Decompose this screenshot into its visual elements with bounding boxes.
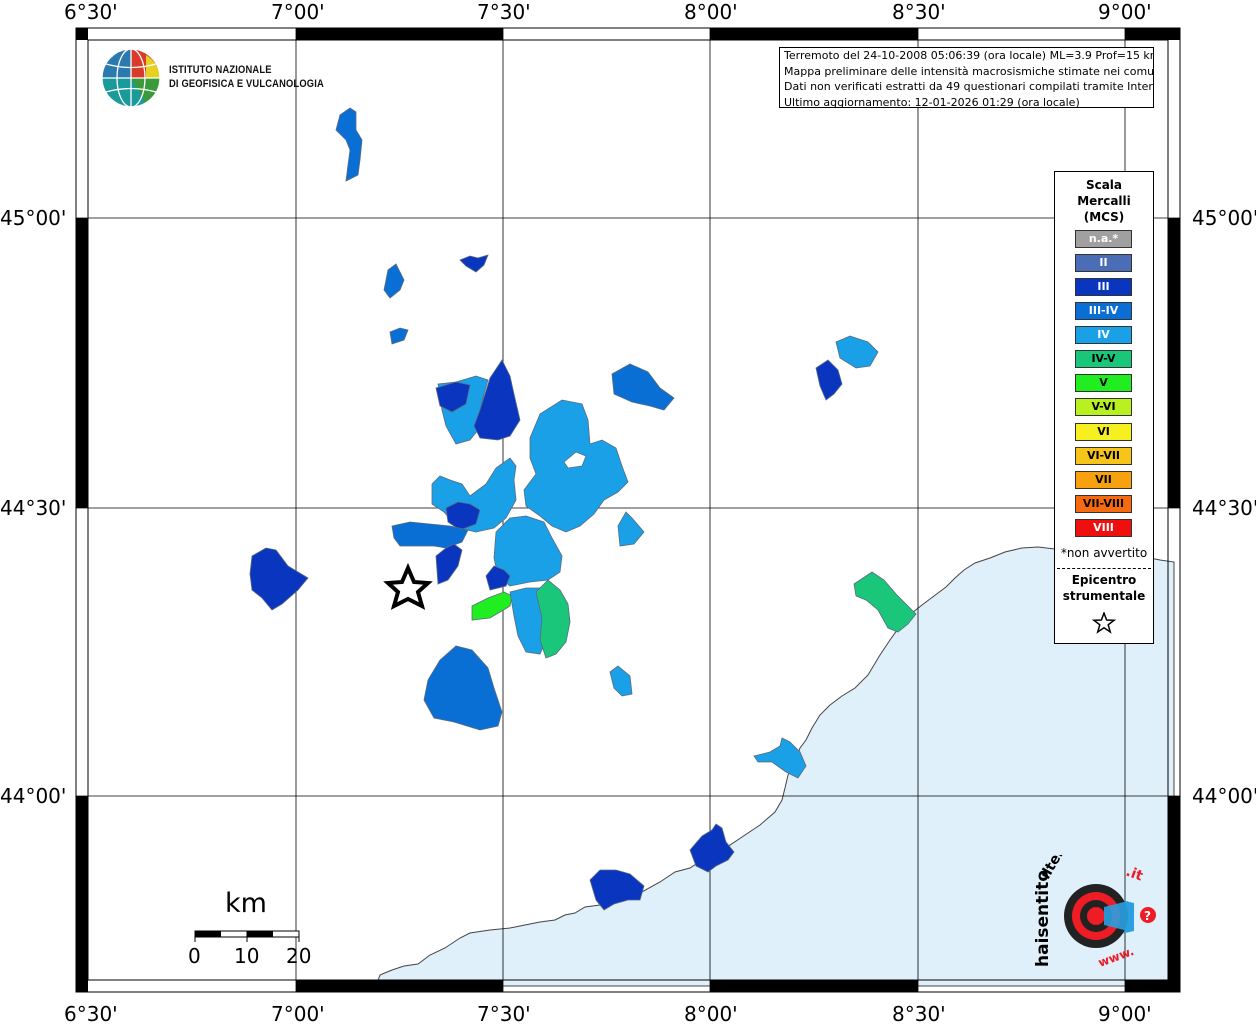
- haisentito-logo-icon: ? haisentito ilterremoto .it www.: [1033, 855, 1156, 970]
- legend-swatch-vii-viii: VII-VIII: [1075, 495, 1132, 513]
- legend-swatch-vii: VII: [1075, 471, 1132, 489]
- legend-swatch-ii: II: [1075, 254, 1132, 272]
- scale-bar-title: km: [225, 888, 267, 919]
- ingv-logo-line2: DI GEOFISICA E VULCANOLOGIA: [169, 78, 324, 90]
- legend-swatch-iv-v: IV-V: [1075, 350, 1132, 368]
- tick-bottom-5: 8°30': [892, 1002, 946, 1026]
- epicentre-star: [383, 562, 433, 610]
- tick-left-3: 44°00': [0, 784, 67, 808]
- municipality-iii: [459, 254, 489, 273]
- tick-top-3: 7°30': [477, 0, 531, 24]
- watermark-text-4: www.: [1096, 944, 1136, 970]
- info-line-2: Mappa preliminare delle intensità macros…: [784, 64, 1154, 78]
- municipality-iii: [435, 543, 463, 585]
- tick-bottom-4: 8°00': [684, 1002, 738, 1026]
- tick-top-4: 8°00': [684, 0, 738, 24]
- legend-swatch-iv: IV: [1075, 326, 1132, 344]
- scale-bar-graphic: [194, 930, 300, 942]
- municipality-iii-iv: [611, 363, 675, 411]
- tick-left-1: 45°00': [0, 206, 67, 230]
- municipality-iii-iv: [389, 327, 409, 345]
- info-line-1: Terremoto del 24-10-2008 05:06:39 (ora l…: [784, 49, 1154, 62]
- legend-swatch-v-vi: V-VI: [1075, 398, 1132, 416]
- tick-right-3: 44°00': [1192, 784, 1256, 808]
- scale-label-10: 10: [234, 944, 260, 968]
- info-line-3: Dati non verificati estratti da 49 quest…: [784, 80, 1154, 93]
- municipality-iii: [815, 359, 843, 401]
- municipality-v: [471, 591, 513, 621]
- scale-label-20: 20: [286, 944, 312, 968]
- legend-title-line1: Scala: [1085, 178, 1123, 192]
- tick-right-1: 45°00': [1192, 206, 1256, 230]
- tick-bottom-6: 9°00': [1098, 1002, 1152, 1026]
- municipality-iv: [835, 335, 879, 369]
- tick-top-6: 9°00': [1098, 0, 1152, 24]
- scale-label-0: 0: [188, 944, 201, 968]
- watermark-text-2: ilterremoto: [1038, 855, 1097, 882]
- legend-title-line2: Mercalli: [1077, 194, 1131, 208]
- legend-epicentre-line1: Epicentro: [1071, 573, 1137, 587]
- ingv-globe-icon: [101, 48, 161, 108]
- tick-top-1: 6°30': [64, 0, 118, 24]
- legend-swatch-vi: VI: [1075, 423, 1132, 441]
- tick-left-2: 44°30': [0, 496, 67, 520]
- legend-swatch-na: n.a.*: [1075, 230, 1132, 248]
- legend-epicentre-label: Epicentro strumentale: [1055, 572, 1153, 604]
- tick-bottom-2: 7°00': [271, 1002, 325, 1026]
- info-line-4: Ultimo aggiornamento: 12-01-2026 01:29 (…: [784, 95, 1080, 108]
- legend-note: *non avvertito: [1060, 546, 1148, 560]
- municipality-iii-iv: [423, 645, 503, 731]
- tick-bottom-3: 7°30': [477, 1002, 531, 1026]
- municipality-iv: [753, 737, 807, 779]
- legend-title-line3: (MCS): [1083, 210, 1125, 224]
- legend-swatch-viii: VIII: [1075, 519, 1132, 537]
- watermark-text-3: .it: [1124, 864, 1146, 885]
- municipality-iii-iv: [383, 263, 405, 299]
- legend-title: Scala Mercalli (MCS): [1055, 177, 1153, 225]
- watermark-text-1: haisentito: [1033, 870, 1053, 967]
- legend-swatch-v: V: [1075, 374, 1132, 392]
- municipality-iv: [609, 665, 633, 697]
- svg-text:?: ?: [1144, 909, 1151, 923]
- ingv-logo-line1: ISTITUTO NAZIONALE: [169, 64, 272, 76]
- ingv-logo-text: ISTITUTO NAZIONALE DI GEOFISICA E VULCAN…: [169, 63, 324, 91]
- municipality-iii: [249, 547, 309, 611]
- municipality-iii-iv: [335, 107, 363, 182]
- mcs-legend: Scala Mercalli (MCS) n.a.* II III III-IV…: [1054, 171, 1154, 644]
- legend-swatch-vi-vii: VI-VII: [1075, 447, 1132, 465]
- tick-bottom-1: 6°30': [64, 1002, 118, 1026]
- legend-swatch-iii: III: [1075, 278, 1132, 296]
- municipality-iv: [617, 511, 645, 547]
- tick-top-5: 8°30': [892, 0, 946, 24]
- tick-top-2: 7°00': [271, 0, 325, 24]
- legend-separator: [1057, 568, 1151, 569]
- tick-right-2: 44°30': [1192, 496, 1256, 520]
- event-info-box: Terremoto del 24-10-2008 05:06:39 (ora l…: [779, 47, 1154, 108]
- municipality-iv-v: [853, 571, 917, 633]
- legend-star-icon: [1092, 612, 1116, 634]
- legend-epicentre-line2: strumentale: [1062, 589, 1146, 603]
- legend-swatch-iii-iv: III-IV: [1075, 302, 1132, 320]
